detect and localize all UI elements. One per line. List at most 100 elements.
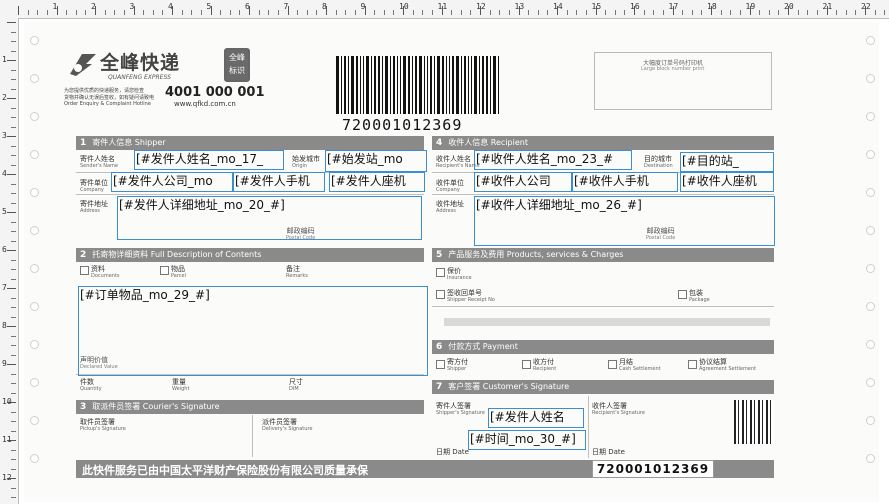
- ruler-tick: [11, 297, 16, 299]
- recipient-divider-2: [432, 194, 774, 195]
- ruler-number: 14: [553, 2, 563, 11]
- ruler-tick: [11, 164, 16, 166]
- payment-section-header: 6 付款方式 Payment: [432, 340, 774, 354]
- ruler-tick: [807, 10, 809, 15]
- shipper-pay-checkbox[interactable]: [436, 360, 445, 369]
- barcode-number: 720001012369: [342, 116, 463, 134]
- documents-checkbox[interactable]: [80, 266, 89, 275]
- agreement-label-text: 协议结算: [699, 358, 727, 366]
- recipient-pay-checkbox[interactable]: [522, 360, 531, 369]
- perforation-hole: [30, 226, 39, 235]
- contents-section-title: 托寄物详细资料 Full Description of Contents: [92, 250, 262, 259]
- package-label-en: Package: [689, 297, 710, 303]
- barcode-bar: [374, 56, 376, 114]
- ruler-tick: [11, 468, 16, 470]
- parcel-checkbox[interactable]: [160, 266, 169, 275]
- ruler-tick: [874, 10, 876, 15]
- monthly-label-en: Cash Settlement: [619, 366, 661, 372]
- ruler-tick: [884, 10, 886, 15]
- ruler-tick: [11, 383, 16, 384]
- recipient-company-field[interactable]: [#收件人公司: [474, 172, 572, 192]
- barcode-bar: [449, 56, 450, 114]
- ruler-tick: [11, 259, 16, 261]
- recipient-name-label-text: 收件人姓名: [436, 155, 471, 163]
- barcode-bar: [452, 56, 454, 114]
- recipient-name-field[interactable]: [#收件人姓名_mo_23_#: [474, 150, 632, 170]
- recipient-mobile-field[interactable]: [#收件人手机: [572, 172, 678, 192]
- perforation-hole: [30, 378, 39, 387]
- barcode-bar: [397, 56, 398, 114]
- ruler-tick: [11, 449, 16, 451]
- shipper-pay-label: 寄方付 Shipper: [447, 358, 468, 372]
- order-items-field[interactable]: [#订单物品_mo_29_#]: [78, 286, 428, 376]
- remarks-label-en: Remarks: [286, 273, 308, 279]
- recipient-section-title: 收件人信息 Recipient: [448, 138, 528, 147]
- ruler-tick: [220, 10, 222, 15]
- payment-section-number: 6: [436, 342, 443, 352]
- ruler-tick: [537, 10, 539, 15]
- hotline-number: 4001 000 001: [165, 85, 265, 100]
- perforation-hole: [866, 378, 875, 387]
- barcode-bar: [341, 56, 342, 114]
- destination-field[interactable]: [#目的站_: [680, 152, 774, 172]
- time-field[interactable]: [#时间_mo_30_#]: [468, 430, 586, 450]
- shipper-section-header: 1 寄件人信息 Shipper: [76, 136, 424, 150]
- ruler-number: 6: [245, 2, 250, 11]
- barcode-bar: [474, 56, 477, 114]
- sender-mobile-field[interactable]: [#发件人手机: [233, 172, 325, 192]
- origin-field[interactable]: [#始发站_mo: [325, 150, 427, 172]
- barcode-bar: [442, 56, 444, 114]
- sender-address-field[interactable]: [#发件人详细地址_mo_20_#]: [117, 196, 422, 240]
- sender-phone-field[interactable]: [#发件人座机: [329, 172, 425, 192]
- logo-name: 全峰快递: [100, 52, 181, 74]
- origin-label-en: Origin: [292, 163, 308, 169]
- ruler-tick: [845, 10, 847, 15]
- ruler-tick: [374, 10, 376, 15]
- ruler-tick: [11, 50, 16, 52]
- perforation-hole: [866, 264, 875, 273]
- agreement-checkbox[interactable]: [688, 360, 697, 369]
- payment-section-title: 付款方式 Payment: [448, 342, 518, 351]
- ruler-tick: [11, 117, 16, 118]
- ruler-tick: [200, 10, 202, 15]
- sender-company-label: 寄件单位 Company: [80, 179, 108, 193]
- ruler-number: 12: [2, 473, 12, 482]
- perforation-hole: [866, 150, 875, 159]
- ruler-tick: [739, 10, 741, 15]
- company-logo: 全峰快递 QUANFENG EXPRESS: [68, 48, 208, 84]
- sender-address-label-en: Address: [80, 208, 100, 214]
- perforation-hole: [30, 340, 39, 349]
- ruler-tick: [508, 10, 510, 15]
- ruler-tick: [85, 10, 87, 15]
- ruler-number: 20: [784, 2, 794, 11]
- recipient-address-field[interactable]: [#收件人详细地址_mo_26_#]: [474, 196, 775, 246]
- ruler-tick: [7, 98, 16, 99]
- receipt-checkbox[interactable]: [436, 290, 445, 299]
- barcode-bar: [363, 56, 364, 114]
- ruler-tick: [191, 10, 193, 15]
- sender-name-field[interactable]: [#发件人姓名_mo_17_: [134, 150, 284, 170]
- package-checkbox[interactable]: [678, 290, 687, 299]
- ruler-tick: [11, 79, 16, 80]
- ruler-number: 18: [707, 2, 717, 11]
- sender-company-field[interactable]: [#发件人公司_mo: [111, 172, 233, 192]
- customer-divider: [588, 396, 589, 458]
- ruler-number: 3: [129, 2, 135, 11]
- recipient-pay-label-text: 收方付: [533, 358, 554, 366]
- recipient-pay-label-en: Recipient: [533, 366, 557, 372]
- package-label-text: 包装: [689, 289, 703, 297]
- waybill-form: 全峰快递 QUANFENG EXPRESS 全峰标识 为您提供优质的快递服务，请…: [24, 22, 879, 502]
- barcode-bar: [490, 56, 491, 114]
- barcode-bar: [403, 56, 406, 114]
- ruler-tick: [152, 10, 154, 15]
- recipient-phone-field[interactable]: [#收件人座机: [680, 172, 774, 192]
- ruler-tick: [11, 411, 16, 413]
- monthly-checkbox[interactable]: [608, 360, 617, 369]
- ruler-number: 2: [2, 93, 7, 102]
- barcode-bar: [498, 56, 499, 114]
- shipper-signature-field[interactable]: [#发件人姓名: [488, 408, 584, 428]
- insurance-checkbox[interactable]: [436, 268, 445, 277]
- sender-company-label-text: 寄件单位: [80, 179, 108, 187]
- barcode-bar: [400, 56, 401, 114]
- barcode-bar: [351, 56, 354, 114]
